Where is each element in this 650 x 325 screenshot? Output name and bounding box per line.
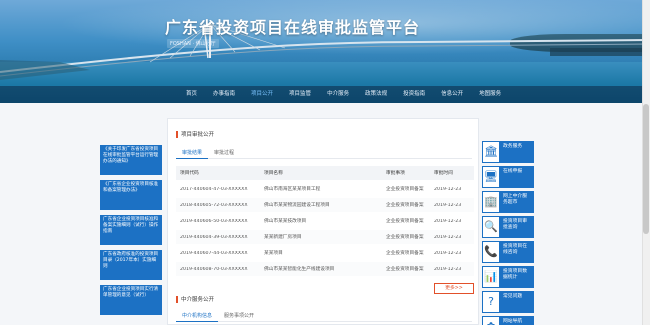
nav-item[interactable]: 政策法规: [357, 86, 395, 103]
intermediary-tabs: 中介机构信息 服务事项公开: [176, 310, 472, 322]
policy-link[interactable]: 广东省企业投资项目实行清单管理的意见（试行）: [100, 285, 162, 315]
right-sidebar: 🏛 政务服务 🖥 在线申报 🏢 网上中介服务超市 🔍 投资项目审批查询 📞 投资项目在线咨询 📊 投资…: [482, 141, 534, 325]
section-title-approval-text: 项目审批公开: [181, 132, 215, 138]
table-header: 项目代码 项目名称 审批事项 审批时间: [176, 166, 474, 180]
policy-link[interactable]: 《关于印发广东省投资项目在线审批监管平台运行管理办法的通知》: [100, 145, 162, 175]
quick-link-label: 在线申报: [500, 166, 534, 188]
table-cell: 佛山市某某物流园建设工程项目: [264, 203, 330, 208]
left-sidebar: 《关于印发广东省投资项目在线审批监管平台运行管理办法的通知》 《广东省企业投资项目…: [100, 145, 162, 320]
monitor-icon: 🖥: [482, 166, 500, 188]
table-cell: 企业投资项目备案: [386, 251, 424, 256]
section-title-approval: 项目审批公开: [176, 130, 214, 138]
main-content-card: 项目审批公开 审批结果 审批过程 项目代码 项目名称 审批事项 审批时间 2017-440…: [167, 118, 479, 325]
nav-item[interactable]: 中介服务: [319, 86, 357, 103]
section-marker: [176, 296, 178, 303]
table-cell: 2019-440607-44-03-XXXXXX: [180, 250, 248, 256]
nav-item[interactable]: 投资指南: [395, 86, 433, 103]
table-cell: 企业投资项目备案: [386, 187, 424, 192]
more-link[interactable]: 更多>>: [434, 283, 474, 294]
quick-link[interactable]: 🔍 投资项目审批查询: [482, 216, 534, 238]
quick-link[interactable]: 🏢 网上中介服务超市: [482, 191, 534, 213]
bank-icon: 🏛: [482, 141, 500, 163]
policy-link[interactable]: 广东省政府核准的投资项目目录（2017年本）实施细则: [100, 250, 162, 280]
quick-link-label: 投资项目审批查询: [500, 216, 534, 238]
policy-link[interactable]: 广东省企业投资项目核准和备案实施细则（试行）操作指南: [100, 215, 162, 245]
quick-link[interactable]: ? 常见问题: [482, 291, 534, 313]
nav-item[interactable]: 地图服务: [471, 86, 509, 103]
quick-link-label: 常见问题: [500, 291, 534, 313]
nav-item[interactable]: 信息公开: [433, 86, 471, 103]
approval-tabs: 审批结果 审批过程: [176, 147, 472, 159]
quick-link-label: 网站导航: [500, 316, 534, 325]
table-cell: 2019-12-23: [434, 202, 462, 208]
column-header: 审批时间: [434, 171, 453, 176]
table-cell: 某某项目: [264, 251, 283, 256]
table-row[interactable]: 2018-440605-72-03-XXXXXX 佛山市某某物流园建设工程项目 企业…: [176, 198, 474, 212]
table-cell: 2019-12-23: [434, 186, 462, 192]
quick-link-label: 投资项目在线咨询: [500, 241, 534, 263]
table-cell: 2017-440604-47-03-XXXXXX: [180, 186, 248, 192]
nav-item[interactable]: 项目监管: [281, 86, 319, 103]
quick-link[interactable]: 📊 投资项目数据统计: [482, 266, 534, 288]
column-header: 项目代码: [180, 171, 199, 176]
table-cell: 2019-12-23: [434, 218, 462, 224]
table-cell: 企业投资项目备案: [386, 235, 424, 240]
section-title-intermediary-text: 中介服务公开: [181, 297, 215, 303]
table-cell: 2019-12-23: [434, 250, 462, 256]
page: 广东省投资项目在线审批监管平台 FOSHAN · 佛山分厅 首页 办事指南 项目公开…: [0, 0, 650, 325]
table-row[interactable]: 2019-440607-44-03-XXXXXX 某某项目 企业投资项目备案 2019…: [176, 246, 474, 260]
table-cell: 佛山市某某技改项目: [264, 219, 307, 224]
table-cell: 佛山市某某智能化生产线建设项目: [264, 267, 335, 272]
nav-item[interactable]: 项目公开: [243, 86, 281, 103]
tab[interactable]: 审批结果: [176, 147, 209, 159]
building-icon: 🏢: [482, 191, 500, 213]
column-header: 项目名称: [264, 171, 283, 176]
scrollbar[interactable]: [642, 0, 650, 325]
phone-icon: 📞: [482, 241, 500, 263]
quick-link[interactable]: 📞 投资项目在线咨询: [482, 241, 534, 263]
nav-item[interactable]: 首页: [178, 86, 205, 103]
table-cell: 2019-12-23: [434, 234, 462, 240]
quick-link[interactable]: 🏛 政务服务: [482, 141, 534, 163]
header-banner: 广东省投资项目在线审批监管平台 FOSHAN · 佛山分厅 首页 办事指南 项目公开…: [0, 0, 650, 103]
quick-link-label: 网上中介服务超市: [500, 191, 534, 213]
screen-icon: 📊: [482, 266, 500, 288]
table-row[interactable]: 2019-440606-50-03-XXXXXX 佛山市某某技改项目 企业投资项目备…: [176, 214, 474, 228]
table-cell: 企业投资项目备案: [386, 267, 424, 272]
table-cell: 2019-440606-50-03-XXXXXX: [180, 218, 248, 224]
question-icon: ?: [482, 291, 500, 313]
table-cell: 企业投资项目备案: [386, 219, 424, 224]
table-cell: 2019-440608-70-03-XXXXXX: [180, 266, 248, 272]
table-row[interactable]: 2017-440604-47-03-XXXXXX 佛山市南海区某某项目工程 企业投资…: [176, 182, 474, 196]
section-title-intermediary: 中介服务公开: [176, 295, 214, 303]
quick-link-label: 政务服务: [500, 141, 534, 163]
nav-item[interactable]: 办事指南: [205, 86, 243, 103]
table-cell: 2019-12-23: [434, 266, 462, 272]
quick-link[interactable]: 🖥 在线申报: [482, 166, 534, 188]
scrollbar-thumb[interactable]: [643, 104, 649, 234]
flower-icon: ✿: [482, 316, 500, 325]
table-row[interactable]: 2019-440608-70-03-XXXXXX 佛山市某某智能化生产线建设项目 企…: [176, 262, 474, 276]
table-cell: 企业投资项目备案: [386, 203, 424, 208]
table-cell: 2019-440604-39-03-XXXXXX: [180, 234, 248, 240]
site-title: 广东省投资项目在线审批监管平台: [165, 18, 421, 37]
site-subtitle: FOSHAN · 佛山分厅: [167, 39, 219, 48]
tab[interactable]: 服务事项公开: [218, 310, 260, 322]
search-icon: 🔍: [482, 216, 500, 238]
quick-link-label: 投资项目数据统计: [500, 266, 534, 288]
table-cell: 佛山市南海区某某项目工程: [264, 187, 321, 192]
section-marker: [176, 131, 178, 138]
column-header: 审批事项: [386, 171, 405, 176]
tab[interactable]: 审批过程: [208, 147, 240, 159]
table-cell: 2018-440605-72-03-XXXXXX: [180, 202, 248, 208]
quick-link[interactable]: ✿网站导航: [482, 316, 534, 325]
table-cell: 某某新建厂房项目: [264, 235, 302, 240]
table-row[interactable]: 2019-440604-39-03-XXXXXX 某某新建厂房项目 企业投资项目备案…: [176, 230, 474, 244]
main-nav: 首页 办事指南 项目公开 项目监管 中介服务 政策法规 投资指南 信息公开 地图服务: [0, 86, 650, 103]
policy-link[interactable]: 《广东省企业投资项目核准和备案管理办法》: [100, 180, 162, 210]
tab[interactable]: 中介机构信息: [176, 310, 219, 322]
